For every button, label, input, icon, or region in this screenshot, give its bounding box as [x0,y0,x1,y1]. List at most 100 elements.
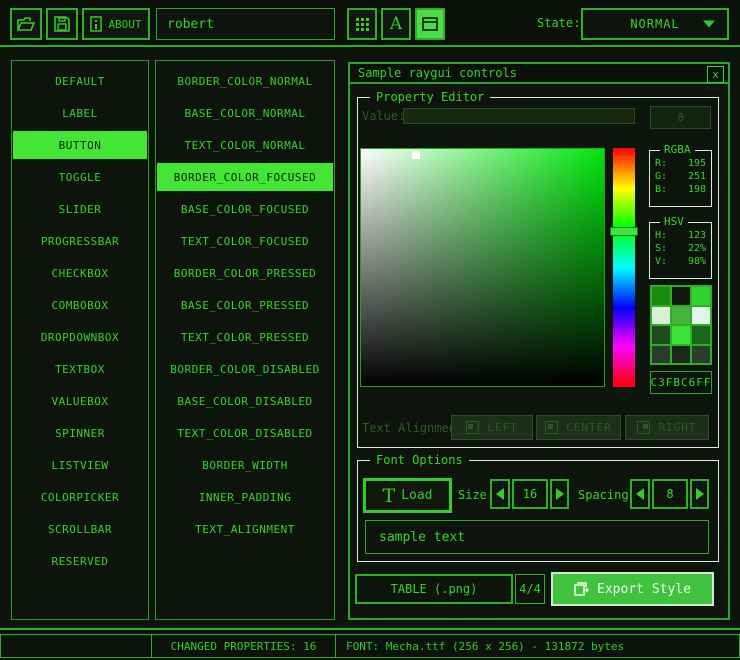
value-box[interactable]: 8 [650,106,711,129]
properties-list-item[interactable]: BASE_COLOR_PRESSED [157,291,333,319]
v-value: 98% [688,256,706,267]
font-view-button[interactable]: A [381,8,411,40]
size-label: Size: [458,488,494,502]
g-label: G: [655,171,667,182]
controls-list-item[interactable]: LABEL [13,99,147,127]
color-swatch[interactable] [672,287,690,305]
statusbar-changed-properties: CHANGED PROPERTIES: 16 [151,634,336,658]
color-swatch[interactable] [652,307,670,325]
font-a-icon: A [390,14,402,34]
value-slider[interactable] [403,108,635,124]
hsv-title: HSV [660,215,688,228]
color-swatch[interactable] [652,326,670,344]
size-decrease-button[interactable] [490,479,510,509]
controls-list-item[interactable]: DROPDOWNBOX [13,323,147,351]
pages-value-box[interactable]: 4/4 [515,574,545,604]
color-swatch[interactable] [672,326,690,344]
controls-list-item[interactable]: PROGRESSBAR [13,227,147,255]
color-panel[interactable] [360,148,605,387]
align-center-icon [545,421,558,434]
properties-list-item[interactable]: BORDER_COLOR_FOCUSED [157,163,333,191]
b-value: 198 [688,184,706,195]
properties-list-item[interactable]: BASE_COLOR_FOCUSED [157,195,333,223]
footer-divider [0,628,740,630]
spacing-decrease-button[interactable] [630,479,650,509]
save-file-button[interactable] [46,8,78,40]
size-increase-button[interactable] [550,479,569,509]
controls-list-item[interactable]: LISTVIEW [13,451,147,479]
properties-list-item[interactable]: TEXT_COLOR_FOCUSED [157,227,333,255]
size-value: 16 [523,487,537,501]
properties-list-item[interactable]: BASE_COLOR_NORMAL [157,99,333,127]
controls-list-item[interactable]: COLORPICKER [13,483,147,511]
color-swatch[interactable] [672,346,690,364]
close-icon: x [712,68,719,81]
style-table-view-button[interactable] [347,8,377,40]
properties-list-item[interactable]: INNER_PADDING [157,483,333,511]
properties-list-item[interactable]: TEXT_COLOR_PRESSED [157,323,333,351]
spacing-increase-button[interactable] [690,479,709,509]
font-info-text: FONT: Mecha.ttf (256 x 256) - 131872 byt… [346,640,624,653]
controls-list-item[interactable]: VALUEBOX [13,387,147,415]
spacing-label: Spacing: [578,488,636,502]
properties-list-item[interactable]: BASE_COLOR_DISABLED [157,387,333,415]
color-swatch[interactable] [692,326,710,344]
state-dropdown[interactable]: NORMAL [581,8,729,40]
about-button[interactable]: ABOUT [82,8,150,40]
properties-list-item[interactable]: TEXT_ALIGNMENT [157,515,333,543]
align-left-button[interactable]: LEFT [451,415,533,440]
hue-selector[interactable] [610,227,638,236]
properties-list-item[interactable]: BORDER_WIDTH [157,451,333,479]
properties-listview: BORDER_COLOR_NORMAL BASE_COLOR_NORMAL TEXT… [155,60,335,620]
properties-list-item[interactable]: TEXT_COLOR_DISABLED [157,419,333,447]
style-name-input[interactable]: robert [156,8,335,40]
state-dropdown-value: NORMAL [630,17,679,31]
color-swatch[interactable] [652,287,670,305]
controls-list-item[interactable]: TEXTBOX [13,355,147,383]
r-label: R: [655,158,667,169]
close-button[interactable]: x [707,66,724,83]
align-right-button[interactable]: RIGHT [625,415,709,440]
controls-list-item[interactable]: TOGGLE [13,163,147,191]
properties-list-item[interactable]: TEXT_COLOR_NORMAL [157,131,333,159]
color-cursor[interactable] [412,151,420,159]
properties-list-item[interactable]: BORDER_COLOR_PRESSED [157,259,333,287]
load-font-button[interactable]: T Load [363,478,452,513]
color-swatch[interactable] [672,307,690,325]
changed-properties-text: CHANGED PROPERTIES: 16 [171,640,317,653]
window-titlebar[interactable]: Sample raygui controls x [350,64,728,84]
hex-value-box[interactable]: C3FBC6FF [650,371,712,394]
folder-open-icon [17,17,35,31]
font-t-icon: T [383,489,396,503]
spacing-value-box[interactable]: 8 [652,479,688,509]
color-swatch[interactable] [692,346,710,364]
open-file-button[interactable] [10,8,42,40]
properties-list-item[interactable]: BORDER_COLOR_NORMAL [157,67,333,95]
controls-list-item[interactable]: SCROLLBAR [13,515,147,543]
controls-list-item[interactable]: RESERVED [13,547,147,575]
sample-text-value: sample text [379,530,465,545]
color-swatch[interactable] [692,287,710,305]
arrow-left-icon [496,488,504,500]
controls-list-item[interactable]: COMBOBOX [13,291,147,319]
export-style-button[interactable]: Export Style [551,572,714,606]
info-icon [90,16,102,32]
rguistyler-app: ABOUT robert A State: NORMAL [0,0,740,660]
controls-list-item[interactable]: SLIDER [13,195,147,223]
controls-list-item[interactable]: SPINNER [13,419,147,447]
color-swatch[interactable] [692,307,710,325]
align-center-button[interactable]: CENTER [536,415,621,440]
align-right-label: RIGHT [658,421,696,434]
controls-list-item[interactable]: CHECKBOX [13,259,147,287]
s-value: 22% [688,243,706,254]
export-format-dropdown[interactable]: TABLE (.png) [355,574,513,604]
color-swatch[interactable] [652,346,670,364]
hue-bar[interactable] [613,148,635,387]
sample-text-input[interactable]: sample text [365,520,709,554]
font-options-title: Font Options [370,453,469,467]
controls-list-item[interactable]: DEFAULT [13,67,147,95]
controls-view-button[interactable] [415,8,445,40]
controls-list-item[interactable]: BUTTON [13,131,147,159]
properties-list-item[interactable]: BORDER_COLOR_DISABLED [157,355,333,383]
size-value-box[interactable]: 16 [512,479,548,509]
